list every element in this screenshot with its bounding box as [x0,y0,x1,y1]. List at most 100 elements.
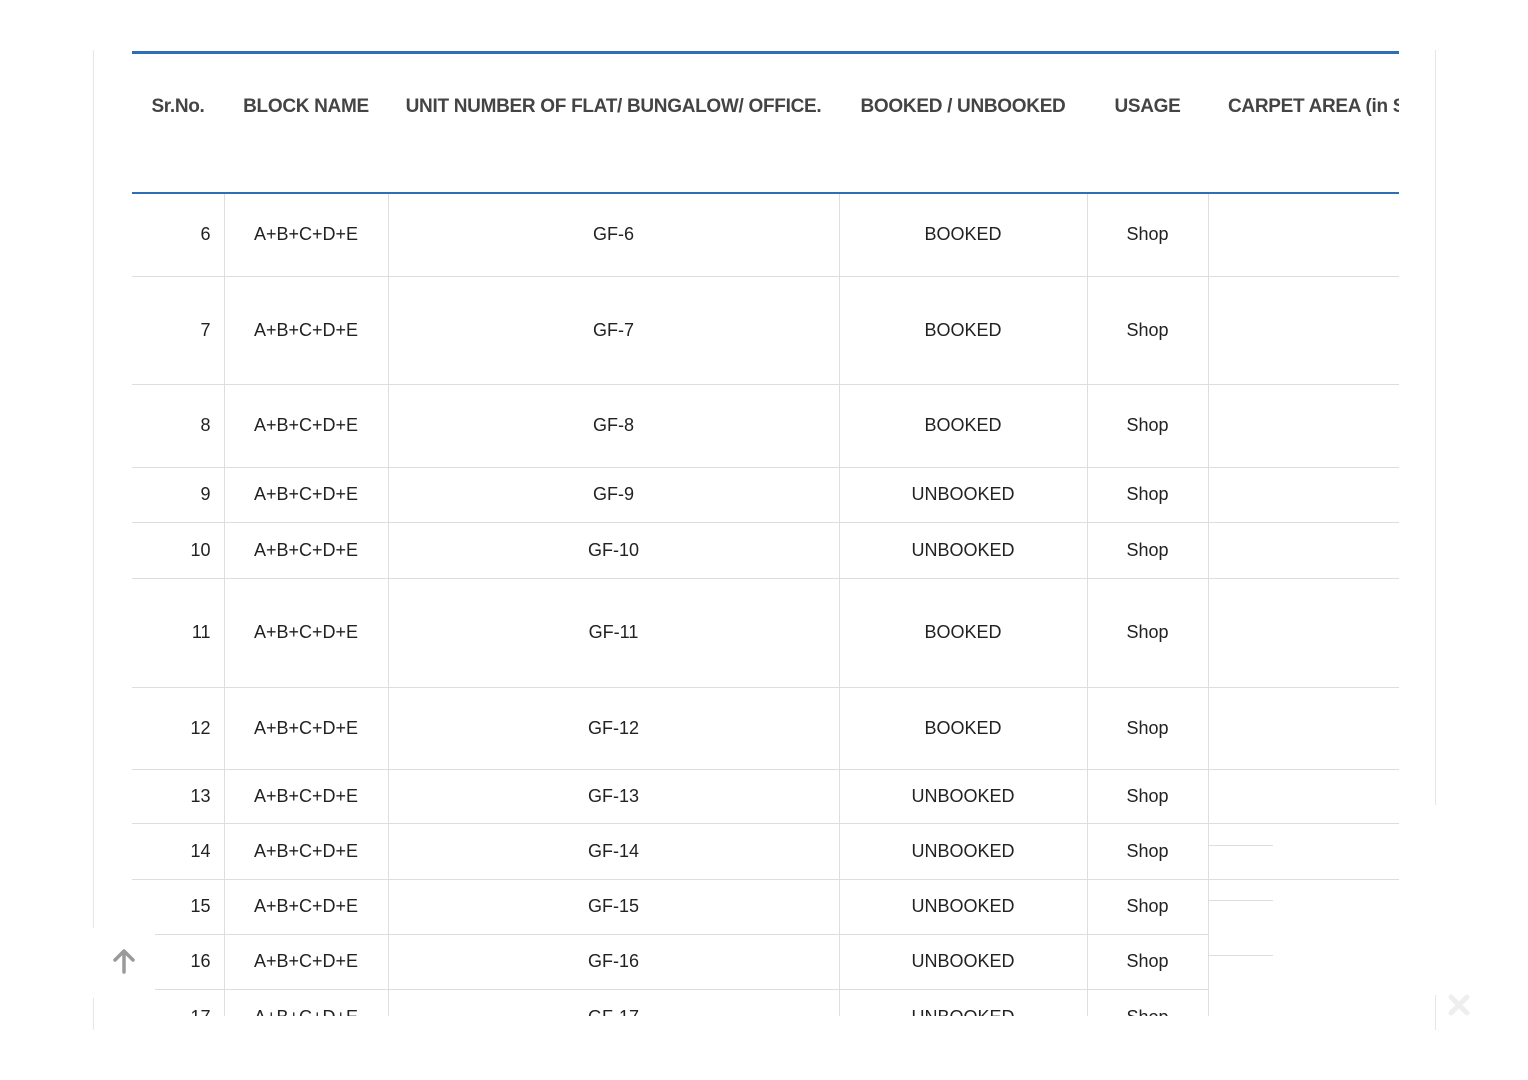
inventory-table-scroll-area[interactable]: Sr.No. BLOCK NAME UNIT NUMBER OF FLAT/ B… [132,51,1399,1016]
cell-usage: Shop [1087,467,1209,523]
cell-block-name: A+B+C+D+E [224,687,389,770]
cell-unit-number: GF-14 [388,823,840,880]
cell-sr-no: 13 [132,769,225,824]
cell-usage: Shop [1087,687,1209,770]
cell-carpet-area [1208,687,1399,770]
cell-carpet-area [1208,467,1399,523]
close-icon [1446,992,1472,1023]
cell-usage: Shop [1087,934,1209,990]
cell-usage: Shop [1087,578,1209,688]
table-row: 17A+B+C+D+EGF-17UNBOOKEDShop [132,989,1399,1016]
cell-carpet-area [1208,384,1399,468]
header-carpet-area: CARPET AREA (in Sq [1208,51,1399,194]
cell-sr-no: 9 [132,467,225,523]
cell-unit-number: GF-8 [388,384,840,468]
table-row: 13 A+B+C+D+E GF-13 UNBOOKED Shop [132,769,1399,824]
cell-usage: Shop [1087,989,1209,1016]
scroll-to-top-button[interactable] [93,928,155,998]
cell-carpet-area [1208,989,1399,1016]
cell-block-name: A+B+C+D+E [224,193,389,277]
header-unit-number: UNIT NUMBER OF FLAT/ BUNGALOW/ OFFICE. [388,51,839,194]
cell-block-name: A+B+C+D+E [224,934,389,990]
table-row: 16 A+B+C+D+E GF-16 UNBOOKED Shop [132,934,1399,990]
content-frame-left-border [93,50,94,1030]
cell-block-name: A+B+C+D+E [224,522,389,579]
table-row: 12 A+B+C+D+E GF-12 BOOKED Shop [132,687,1399,770]
content-frame-right-border-lower [1435,995,1436,1030]
cell-carpet-area [1208,769,1399,824]
cell-unit-number: GF-7 [388,276,840,385]
cell-booking-status: UNBOOKED [839,522,1088,579]
cell-booking-status: UNBOOKED [839,934,1088,990]
cell-unit-number: GF-12 [388,687,840,770]
cell-booking-status: UNBOOKED [839,467,1088,523]
table-row: 8 A+B+C+D+E GF-8 BOOKED Shop [132,384,1399,468]
cell-booking-status: BOOKED [839,687,1088,770]
cell-usage: Shop [1087,522,1209,579]
cell-block-name: A+B+C+D+E [224,823,389,880]
cell-booking-status: UNBOOKED [839,823,1088,880]
cell-sr-no: 6 [132,193,225,277]
table-row: 9 A+B+C+D+E GF-9 UNBOOKED Shop [132,467,1399,523]
cell-unit-number: GF-9 [388,467,840,523]
cell-unit-number: GF-6 [388,193,840,277]
table-row: 6 A+B+C+D+E GF-6 BOOKED Shop [132,193,1399,277]
cell-unit-number: GF-11 [388,578,840,688]
cell-sr-no: 12 [132,687,225,770]
cell-unit-number: GF-10 [388,522,840,579]
table-row: 7 A+B+C+D+E GF-7 BOOKED Shop [132,276,1399,385]
cell-block-name: A+B+C+D+E [224,578,389,688]
table-row: 14 A+B+C+D+E GF-14 UNBOOKED Shop [132,823,1399,880]
cell-unit-number: GF-13 [388,769,840,824]
table-row: 10 A+B+C+D+E GF-10 UNBOOKED Shop [132,522,1399,579]
cell-booking-status: BOOKED [839,193,1088,277]
cell-unit-number: GF-15 [388,879,840,935]
row-divider [1208,900,1273,901]
header-booking-status: BOOKED / UNBOOKED [839,51,1087,194]
content-frame-right-border [1435,50,1436,805]
cell-block-name: A+B+C+D+E [224,276,389,385]
cell-sr-no: 14 [132,823,225,880]
cell-carpet-area [1208,193,1399,277]
cell-carpet-area [1208,276,1399,385]
cell-sr-no: 7 [132,276,225,385]
table-body: 6 A+B+C+D+E GF-6 BOOKED Shop 7 A+B+C+D+E GF-7 BO… [132,193,1399,1016]
row-divider [1208,955,1273,956]
arrow-up-icon [111,947,137,980]
cell-block-name: A+B+C+D+E [224,879,389,935]
table-row: 15 A+B+C+D+E GF-15 UNBOOKED Shop [132,879,1399,935]
cell-block-name: A+B+C+D+E [224,467,389,523]
cell-block-name: A+B+C+D+E [224,384,389,468]
cell-usage: Shop [1087,193,1209,277]
cell-booking-status: UNBOOKED [839,769,1088,824]
cell-booking-status: UNBOOKED [839,879,1088,935]
cell-usage: Shop [1087,276,1209,385]
cell-sr-no: 11 [132,578,225,688]
page: Sr.No. BLOCK NAME UNIT NUMBER OF FLAT/ B… [0,0,1528,1080]
cell-unit-number: GF-16 [388,934,840,990]
cell-booking-status: BOOKED [839,578,1088,688]
cell-sr-no: 10 [132,522,225,579]
inventory-table: Sr.No. BLOCK NAME UNIT NUMBER OF FLAT/ B… [132,51,1399,1016]
cell-carpet-area [1208,578,1399,688]
cell-booking-status: UNBOOKED [839,989,1088,1016]
cell-usage: Shop [1087,769,1209,824]
cell-block-name: A+B+C+D+E [224,989,389,1016]
close-button[interactable] [1444,992,1474,1022]
cell-carpet-area [1208,522,1399,579]
cell-block-name: A+B+C+D+E [224,769,389,824]
cell-carpet-area [1208,934,1399,989]
row-divider [1208,845,1273,846]
cell-unit-number: GF-17 [388,989,840,1016]
cell-carpet-area [1208,823,1399,880]
cell-sr-no: 8 [132,384,225,468]
cell-booking-status: BOOKED [839,384,1088,468]
cell-usage: Shop [1087,823,1209,880]
cell-carpet-area [1208,879,1399,934]
header-usage: USAGE [1087,51,1208,194]
cell-usage: Shop [1087,879,1209,935]
header-sr-no: Sr.No. [132,51,224,194]
cell-booking-status: BOOKED [839,276,1088,385]
cell-sr-no: 15 [132,879,225,935]
table-header-row: Sr.No. BLOCK NAME UNIT NUMBER OF FLAT/ B… [132,51,1399,194]
